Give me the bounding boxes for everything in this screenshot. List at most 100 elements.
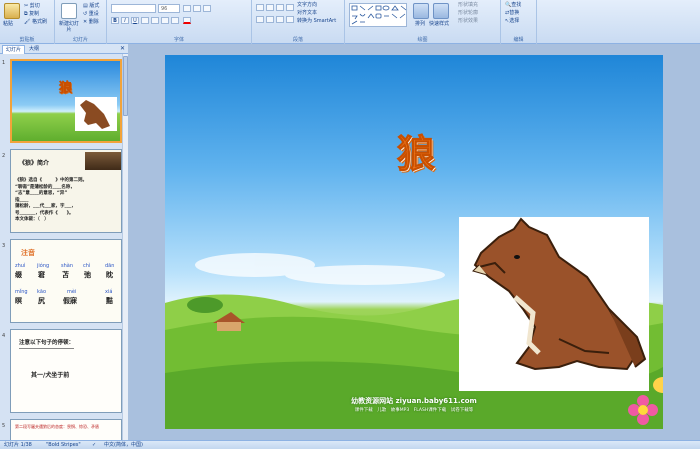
select-button[interactable]: ↖选择 [505, 18, 519, 24]
copy-button[interactable]: ⧉ 复制 [24, 11, 39, 17]
numbering-icon[interactable] [266, 4, 274, 11]
grow-font-icon[interactable] [183, 5, 191, 12]
editing-label: 编辑 [513, 37, 524, 43]
quick-styles-button[interactable]: 快速样式 [429, 21, 449, 27]
slide-title[interactable]: 狼 [396, 123, 435, 178]
slide-canvas[interactable]: 狼 幼教资源网站 ziyuan.baby611.com 课件下载 儿歌 故事MP… [165, 55, 663, 429]
cut-button[interactable]: ✂ 剪切 [24, 3, 40, 9]
thumb-body: 《狼》选自《 》中的第二则。 “聊斋”是蒲松龄的____名称， “志”意____… [15, 178, 119, 224]
shape-effects-button[interactable]: 形状效果 [458, 18, 478, 24]
char: 尻 [38, 297, 45, 305]
paragraph-label: 段落 [292, 37, 303, 43]
wolf-icon [472, 217, 647, 371]
underline-icon[interactable]: U [131, 17, 139, 24]
smartart-button[interactable]: 转换为 SmartArt [297, 18, 336, 24]
pinyin: chì [83, 263, 91, 269]
thumb-heading: 注意以下句子的停顿： [19, 338, 75, 349]
clipboard-group: 粘贴 ✂ 剪切 ⧉ 复制 🖌 格式刷 剪贴板 [0, 0, 55, 44]
align-center-icon[interactable] [266, 16, 274, 23]
slides-group: 新建幻灯片 ▤ 版式 ↺ 重设 ✕ 删除 幻灯片 [55, 0, 107, 44]
char: 弛 [84, 271, 91, 279]
font-color-icon[interactable] [183, 17, 191, 24]
quick-styles-icon[interactable] [433, 3, 449, 19]
close-panel-icon[interactable]: ✕ [120, 45, 125, 52]
text-direction-button[interactable]: 文字方向 [297, 2, 317, 8]
slide-thumbnail-1[interactable]: 狼 [10, 59, 122, 143]
pinyin: kāo [37, 289, 47, 295]
bullets-icon[interactable] [256, 4, 264, 11]
clipboard-label: 剪贴板 [19, 37, 35, 43]
slide-number: 1 [2, 60, 6, 66]
tab-outline[interactable]: 大纲 [26, 45, 42, 54]
arrange-icon[interactable] [413, 3, 429, 19]
thumb-title: 狼 [59, 81, 73, 97]
char: 瞑 [15, 297, 22, 305]
delete-button[interactable]: ✕ 删除 [83, 19, 99, 25]
new-slide-icon[interactable] [61, 3, 77, 19]
status-bar: 幻灯片 1/38 "Bold Stripes" ✓ 中文(简体，中国) [0, 440, 700, 449]
pinyin: mǐng [15, 289, 28, 295]
arrange-button[interactable]: 排列 [415, 21, 425, 27]
clear-format-icon[interactable] [203, 5, 211, 12]
shape-outline-button[interactable]: 形状轮廓 [458, 10, 478, 16]
char: 窘 [38, 271, 45, 279]
pinyin: xiá [105, 289, 113, 295]
drawing-label: 绘图 [417, 37, 428, 43]
layout-icon: ▤ [83, 3, 88, 9]
bold-icon[interactable]: B [111, 17, 119, 24]
shapes-gallery[interactable] [349, 3, 407, 27]
new-slide-button[interactable]: 新建幻灯片 [58, 21, 80, 33]
spellcheck-icon[interactable]: ✓ [92, 441, 96, 449]
strikethrough-icon[interactable] [141, 17, 149, 24]
paste-button[interactable]: 粘贴 [3, 21, 13, 27]
shadow-icon[interactable] [151, 17, 159, 24]
slide-thumbnail-5[interactable]: 第二段写屠夫遇狼后的态度：畏惧、惊恐、矛盾 [10, 419, 122, 440]
delete-icon: ✕ [83, 19, 88, 25]
font-label: 字体 [173, 37, 184, 43]
footer-site: 幼教资源网站 ziyuan.baby611.com [351, 397, 477, 405]
spacing-icon[interactable] [161, 17, 169, 24]
slide-thumbnail-3[interactable]: 注音 zhuì jióng shàn chì dān 缀 窘 苫 弛 眈 mǐn… [10, 239, 122, 323]
ribbon: 粘贴 ✂ 剪切 ⧉ 复制 🖌 格式刷 剪贴板 新建幻灯片 ▤ 版式 ↺ 重设 ✕… [0, 0, 700, 44]
align-left-icon[interactable] [256, 16, 264, 23]
decrease-indent-icon[interactable] [276, 4, 284, 11]
thumb-wolf-image [75, 97, 117, 131]
paragraph-group: 文字方向 对齐文本 转换为 SmartArt 段落 [252, 0, 345, 44]
layout-button[interactable]: ▤ 版式 [83, 3, 99, 9]
replace-button[interactable]: ⇄替换 [505, 10, 519, 16]
char: 眈 [106, 271, 113, 279]
align-right-icon[interactable] [276, 16, 284, 23]
reset-button[interactable]: ↺ 重设 [83, 11, 99, 17]
font-name-box[interactable] [111, 4, 156, 13]
tab-slides[interactable]: 幻灯片 [2, 45, 26, 54]
slide-thumbnail-4[interactable]: 注意以下句子的停顿： 其一/犬坐于前 [10, 329, 122, 413]
increase-indent-icon[interactable] [286, 4, 294, 11]
copy-icon: ⧉ [24, 11, 28, 17]
shrink-font-icon[interactable] [193, 5, 201, 12]
align-text-button[interactable]: 对齐文本 [297, 10, 317, 16]
scissors-icon: ✂ [24, 3, 29, 9]
format-painter-button[interactable]: 🖌 格式刷 [24, 19, 47, 25]
font-group: 96 B I U 字体 [107, 0, 252, 44]
shape-fill-button[interactable]: 形状填充 [458, 2, 478, 8]
pinyin: zhuì [15, 263, 26, 269]
editor-area: 狼 幼教资源网站 ziyuan.baby611.com 课件下载 儿歌 故事MP… [128, 44, 700, 440]
thumb-photo [85, 152, 121, 170]
font-size-box[interactable]: 96 [158, 4, 180, 13]
reset-icon: ↺ [83, 11, 88, 17]
justify-icon[interactable] [286, 16, 294, 23]
thumb-heading: 《狼》简介 [19, 160, 50, 167]
italic-icon[interactable]: I [121, 17, 129, 24]
find-button[interactable]: 🔍查找 [505, 2, 521, 8]
theme-name: "Bold Stripes" [46, 442, 81, 448]
slides-label: 幻灯片 [72, 37, 88, 43]
change-case-icon[interactable] [171, 17, 179, 24]
char: 黠 [106, 297, 113, 305]
wolf-image[interactable] [459, 217, 649, 391]
language-indicator[interactable]: 中文(简体，中国) [104, 441, 143, 449]
paste-icon[interactable] [4, 3, 20, 19]
thumb-text: 第二段写屠夫遇狼后的态度：畏惧、惊恐、矛盾 [15, 424, 99, 429]
wolf-thumb-icon [80, 100, 110, 129]
slide-panel: 1 狼 2 《狼》简介 《狼》选自《 》中的第二则。 “聊斋”是蒲松龄的____… [0, 54, 128, 440]
slide-thumbnail-2[interactable]: 《狼》简介 《狼》选自《 》中的第二则。 “聊斋”是蒲松龄的____名称， “志… [10, 149, 122, 233]
